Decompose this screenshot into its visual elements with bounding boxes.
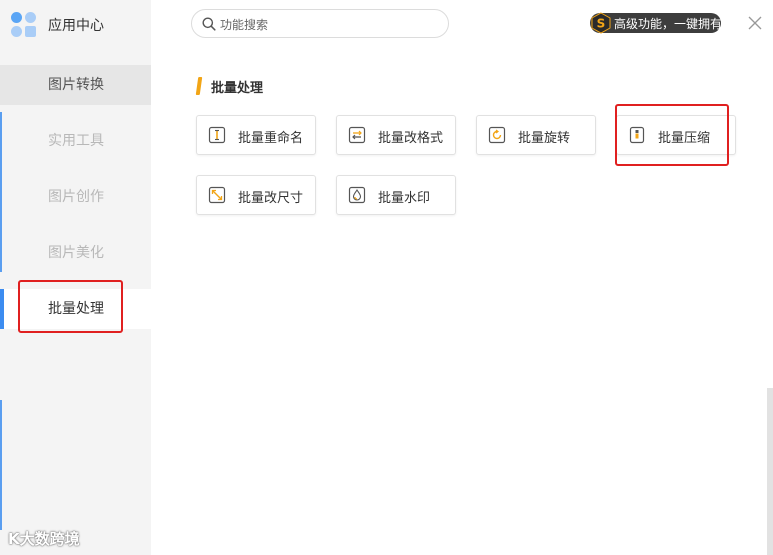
sidebar-item-image-beautify[interactable]: 图片美化	[0, 233, 151, 273]
resize-icon	[208, 186, 226, 204]
tool-label: 批量改格式	[378, 131, 444, 146]
tool-batch-format[interactable]: 批量改格式	[336, 115, 456, 155]
search-box[interactable]	[191, 9, 449, 38]
tool-batch-resize[interactable]: 批量改尺寸	[196, 175, 316, 215]
sidebar: 应用中心 图片转换 实用工具 图片创作 图片美化 批量处理 K大数跨境	[0, 0, 151, 555]
watermark-icon	[348, 186, 366, 204]
active-indicator	[0, 289, 4, 329]
svg-text:S: S	[597, 17, 606, 31]
tool-batch-rotate[interactable]: 批量旋转	[476, 115, 596, 155]
rename-icon	[208, 126, 226, 144]
tool-batch-rename[interactable]: 批量重命名	[196, 115, 316, 155]
tool-label: 批量水印	[378, 191, 431, 206]
watermark-logo: K大数跨境	[8, 530, 80, 548]
search-input[interactable]	[218, 14, 442, 35]
section-title: 批量处理	[211, 81, 264, 96]
section-title-accent	[195, 77, 203, 95]
highlight-box-sidebar	[18, 280, 123, 333]
tool-label: 批量改尺寸	[238, 191, 304, 206]
sidebar-item-label: 实用工具	[48, 133, 104, 149]
close-icon[interactable]	[747, 15, 763, 31]
tool-batch-watermark[interactable]: 批量水印	[336, 175, 456, 215]
sidebar-edge-line	[0, 112, 2, 272]
app-header: 应用中心	[0, 0, 151, 50]
format-convert-icon	[348, 126, 366, 144]
sidebar-item-image-create[interactable]: 图片创作	[0, 177, 151, 217]
premium-s-icon: S	[591, 12, 611, 34]
sidebar-edge-line	[0, 400, 2, 530]
highlight-box-compress	[615, 104, 729, 166]
rotate-icon	[488, 126, 506, 144]
sidebar-item-image-convert[interactable]: 图片转换	[0, 65, 151, 105]
premium-promo-label: 高级功能，一键拥有	[614, 17, 723, 31]
tool-label: 批量旋转	[518, 131, 571, 146]
app-logo-icon	[11, 12, 37, 38]
sidebar-item-label: 图片转换	[48, 77, 104, 93]
tool-label: 批量重命名	[238, 131, 304, 146]
scrollbar[interactable]	[767, 388, 773, 555]
premium-promo-button[interactable]: S 高级功能，一键拥有	[590, 12, 723, 34]
sidebar-item-utilities[interactable]: 实用工具	[0, 121, 151, 161]
sidebar-item-label: 图片创作	[48, 189, 104, 205]
sidebar-item-label: 图片美化	[48, 245, 104, 261]
app-title: 应用中心	[48, 18, 104, 34]
search-icon	[202, 17, 216, 31]
